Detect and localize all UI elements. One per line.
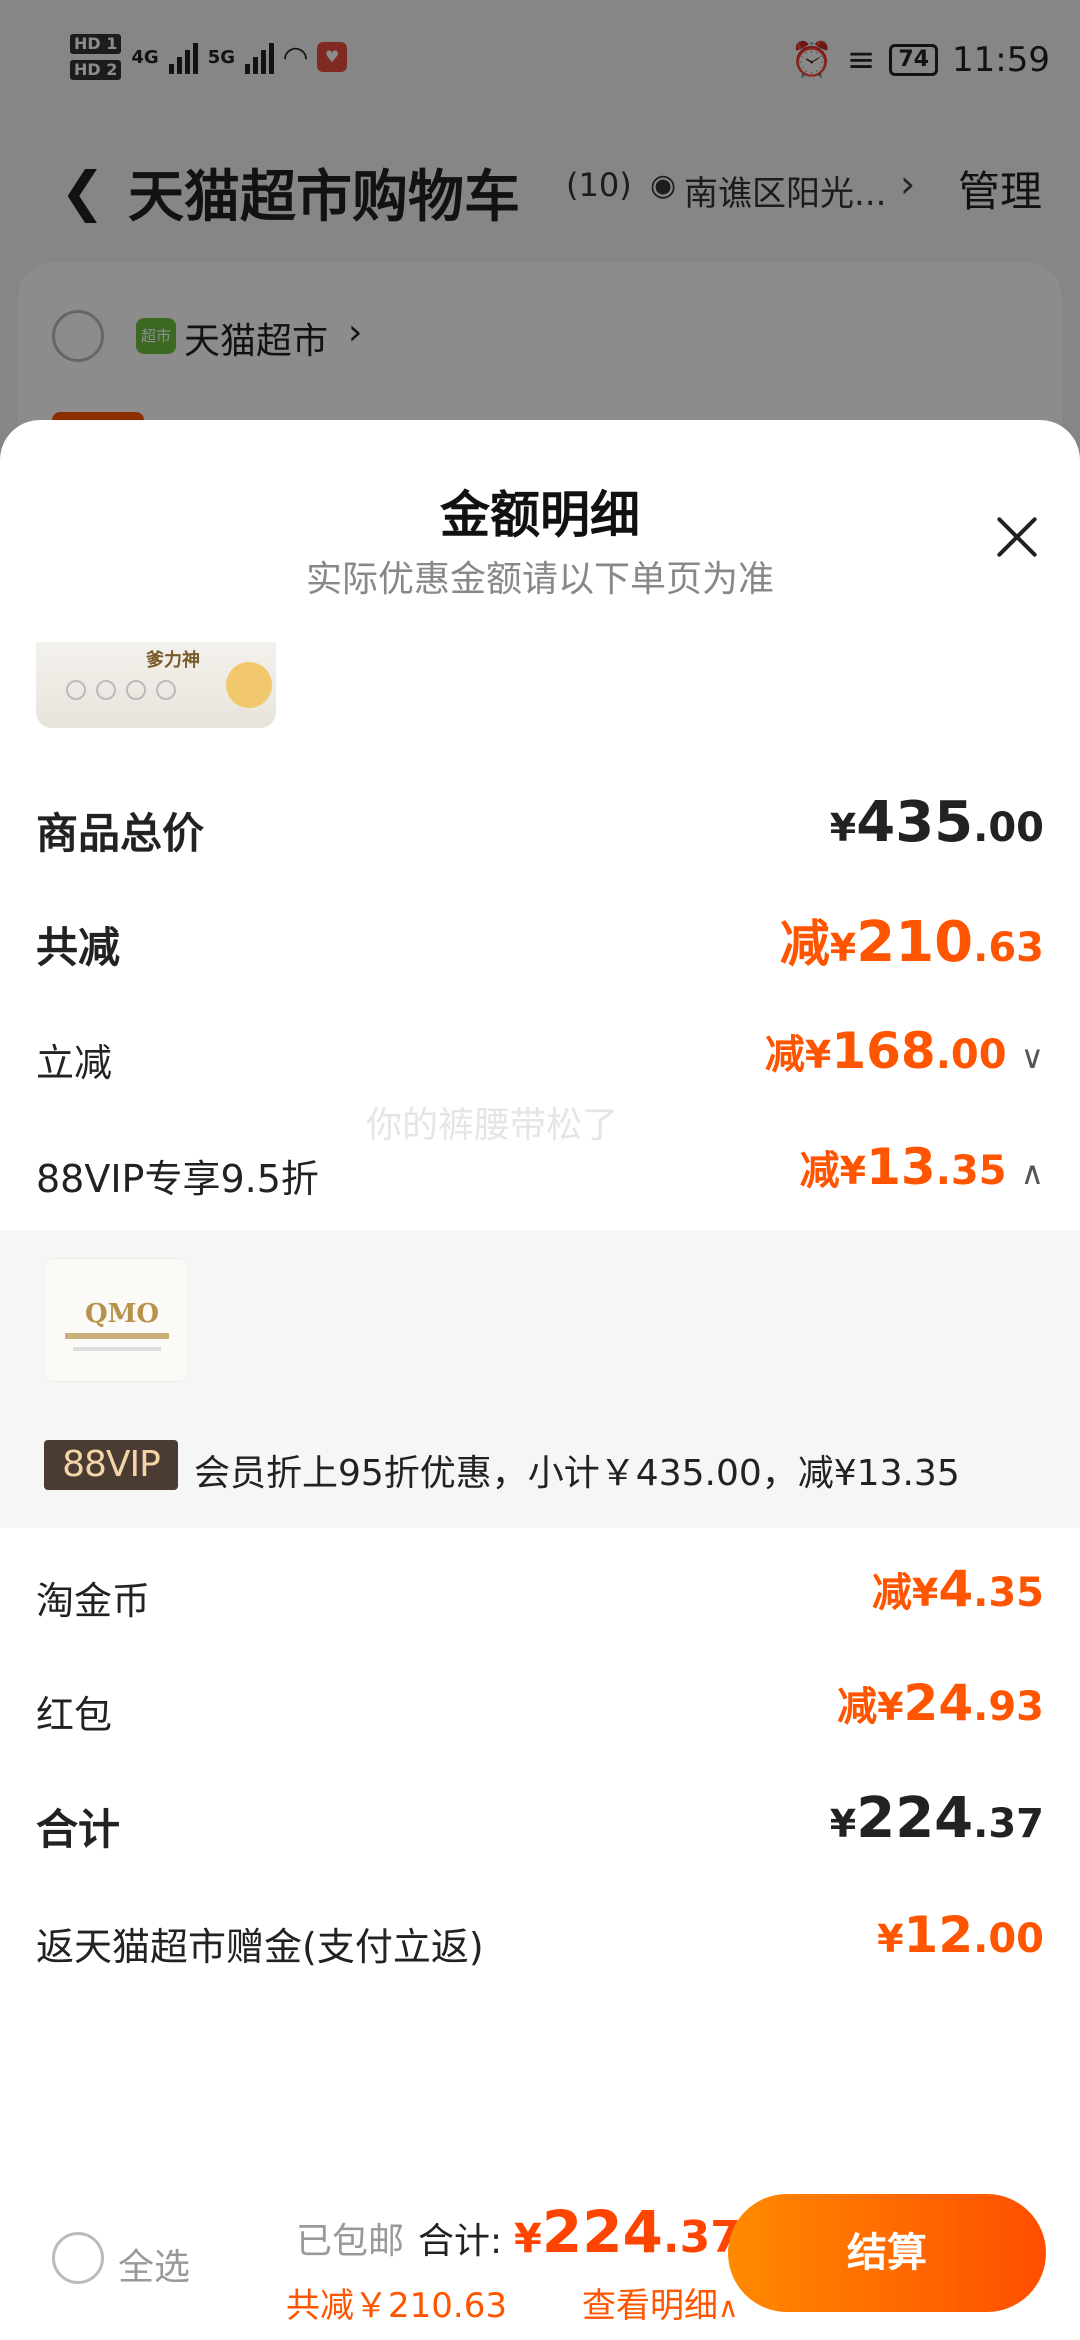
row-value: 减¥24.93 xyxy=(837,1674,1044,1732)
product-stripe xyxy=(65,1333,169,1339)
row-instant-discount[interactable]: 立减 减¥168.00 ∨ xyxy=(36,1022,1044,1102)
row-label: 88VIP专享9.5折 xyxy=(36,1157,319,1201)
vip-description: 会员折上95折优惠，小计￥435.00，减¥13.35 xyxy=(194,1453,960,1494)
row-label: 共减 xyxy=(36,923,121,972)
chevron-up-icon[interactable]: ∧ xyxy=(1021,1154,1044,1192)
total-amount: ¥224.37 xyxy=(514,2198,741,2266)
sheet-title: 金额明细 xyxy=(440,486,640,544)
row-value: ¥224.37 xyxy=(829,1786,1044,1851)
select-all-radio[interactable] xyxy=(52,2232,104,2284)
total-label: 合计: xyxy=(418,2221,503,2262)
row-label: 淘金币 xyxy=(36,1579,151,1623)
product-thumbnail-diapers: 爹力神 xyxy=(36,642,276,728)
row-label: 商品总价 xyxy=(36,809,205,858)
product-mascot xyxy=(226,662,272,708)
row-value: 减¥168.00 ∨ xyxy=(764,1022,1044,1080)
vip-detail-panel: QMO 88VIP 会员折上95折优惠，小计￥435.00，减¥13.35 xyxy=(0,1230,1080,1528)
checkout-button[interactable]: 结算 xyxy=(728,2194,1046,2312)
row-total-price: 商品总价 ¥435.00 xyxy=(36,790,1044,870)
row-total-discount: 共减 减¥210.63 xyxy=(36,904,1044,984)
row-label: 返天猫超市赠金(支付立返) xyxy=(36,1925,484,1969)
vip-badge: 88VIP xyxy=(44,1440,178,1490)
row-rebate: 返天猫超市赠金(支付立返) ¥12.00 xyxy=(36,1906,1044,1986)
row-value: ¥12.00 xyxy=(877,1906,1044,1964)
checkout-bar: 全选 已包邮 合计: ¥224.37 共减￥210.63 查看明细∧ 结算 xyxy=(0,2170,1080,2340)
product-thumbnail-qmo: QMO xyxy=(44,1258,188,1382)
chevron-up-icon: ∧ xyxy=(718,2291,739,2324)
row-label: 立减 xyxy=(36,1041,113,1085)
row-label: 红包 xyxy=(36,1693,113,1737)
row-value: ¥435.00 xyxy=(829,790,1044,855)
saved-amount: 共减￥210.63 xyxy=(286,2286,507,2326)
product-brand-label: QMO xyxy=(85,1299,160,1329)
view-details-link[interactable]: 查看明细∧ xyxy=(582,2278,739,2327)
row-coins: 淘金币 减¥4.35 xyxy=(36,1560,1044,1640)
price-detail-sheet: 金额明细 实际优惠金额请以下单页为准 爹力神 商品总价 ¥435.00 共减 减… xyxy=(0,420,1080,2340)
product-brand-label: 爹力神 xyxy=(146,650,200,671)
close-icon[interactable] xyxy=(990,510,1044,564)
product-pattern xyxy=(66,680,176,700)
select-all-label[interactable]: 全选 xyxy=(118,2238,190,2290)
free-shipping-label: 已包邮 xyxy=(296,2221,405,2262)
product-stripe xyxy=(73,1347,161,1351)
chevron-down-icon[interactable]: ∨ xyxy=(1021,1038,1044,1076)
row-sum: 合计 ¥224.37 xyxy=(36,1786,1044,1866)
row-value: 减¥210.63 xyxy=(779,910,1044,975)
row-label: 合计 xyxy=(36,1805,121,1854)
row-vip-discount[interactable]: 88VIP专享9.5折 减¥13.35 ∧ xyxy=(36,1138,1044,1218)
sheet-subtitle: 实际优惠金额请以下单页为准 xyxy=(305,559,774,600)
row-value: 减¥4.35 xyxy=(871,1560,1044,1618)
row-value: 减¥13.35 ∧ xyxy=(799,1138,1044,1196)
row-red-packet: 红包 减¥24.93 xyxy=(36,1674,1044,1754)
